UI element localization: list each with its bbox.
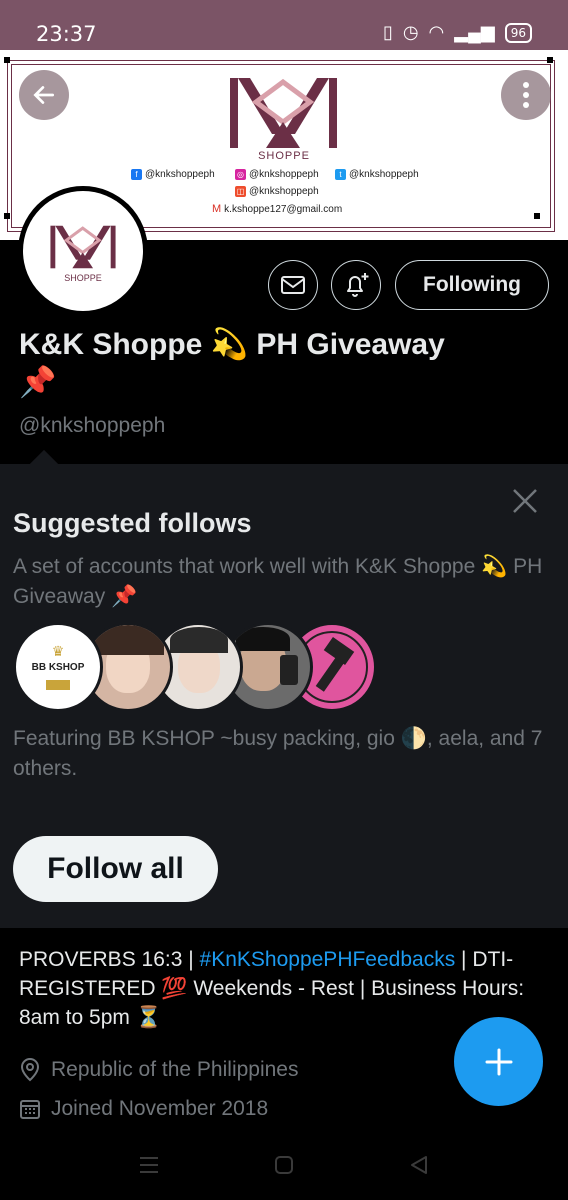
banner-facebook: f @knkshoppeph: [131, 169, 215, 180]
banner-shoppe-label: SHOPPE: [258, 150, 310, 162]
bell-plus-icon: [347, 273, 369, 297]
battery-icon: 96: [504, 22, 532, 43]
location-pin-icon: [20, 1058, 40, 1082]
suggested-title: Suggested follows: [13, 508, 252, 538]
status-time: 23:37: [36, 22, 97, 46]
vibrate-icon: ▯: [382, 22, 393, 42]
calendar-icon: [20, 1100, 40, 1119]
panel-caret: [29, 449, 59, 479]
status-icons: ▯ ◷ ◠ ▂▄▆ 96: [383, 22, 532, 43]
close-suggestions-button[interactable]: [508, 484, 542, 518]
crown-icon: ♛: [51, 643, 65, 659]
crop-handle: [4, 57, 10, 63]
compose-button[interactable]: [454, 1017, 543, 1106]
profile-joined: Joined November 2018: [19, 1097, 268, 1121]
following-button[interactable]: Following: [395, 260, 549, 310]
menu-icon: [140, 1157, 158, 1173]
suggested-description: A set of accounts that work well with K&…: [13, 555, 543, 608]
home-button[interactable]: [273, 1154, 295, 1181]
follow-all-button[interactable]: Follow all: [13, 836, 218, 902]
profile-name: K&K Shoppe 💫 PH Giveaway 📌: [19, 326, 539, 402]
avatar-logo: [50, 225, 116, 269]
avatar-bbkshop-bar: [46, 680, 70, 690]
back-button[interactable]: [19, 70, 69, 120]
avatar-bbkshop-label: BB KSHOP: [31, 662, 85, 673]
banner-twitter: t @knkshoppeph: [335, 169, 419, 180]
notifications-button[interactable]: [331, 260, 381, 310]
home-square-icon: [275, 1156, 293, 1174]
shop-icon: ◫: [235, 186, 246, 197]
mail-icon: [281, 276, 305, 294]
profile-name-line2: 📌: [19, 366, 57, 399]
avatar-bbkshop[interactable]: ♛ BB KSHOP: [13, 622, 103, 712]
system-nav-bar: [0, 1140, 568, 1200]
crop-handle: [534, 213, 540, 219]
suggested-avatars[interactable]: ♛ BB KSHOP: [13, 622, 377, 712]
wifi-icon: ◠: [428, 22, 445, 42]
instagram-icon: ◎: [235, 169, 246, 180]
banner-shop: ◫ @knkshoppeph: [235, 186, 319, 197]
crop-handle: [4, 213, 10, 219]
system-back-button[interactable]: [408, 1154, 430, 1181]
profile-avatar[interactable]: SHOPPE: [18, 186, 148, 316]
facebook-icon: f: [131, 169, 142, 180]
hashtag-link[interactable]: #KnKShoppePHFeedbacks: [200, 948, 456, 971]
plus-icon: [485, 1048, 512, 1075]
mail-brand-icon: M: [212, 203, 222, 215]
profile-handle: @knkshoppeph: [19, 414, 166, 437]
profile-bio: PROVERBS 16:3 | #KnKShoppePHFeedbacks | …: [19, 948, 525, 1029]
suggested-featuring: Featuring BB KSHOP ~busy packing, gio 🌓,…: [13, 727, 543, 780]
profile-name-line1: K&K Shoppe 💫 PH Giveaway: [19, 328, 445, 361]
more-options-button[interactable]: [501, 70, 551, 120]
close-icon: [513, 489, 537, 513]
triangle-back-icon: [411, 1156, 427, 1174]
more-vertical-icon: [523, 82, 529, 108]
arrow-left-icon: [33, 86, 55, 104]
signal-icon: ▂▄▆: [454, 22, 495, 42]
banner-email: M k.kshoppe127@gmail.com: [212, 203, 343, 215]
twitter-icon: t: [335, 169, 346, 180]
message-button[interactable]: [268, 260, 318, 310]
avatar-shoppe-label: SHOPPE: [64, 273, 102, 283]
banner-instagram: ◎ @knkshoppeph: [235, 169, 319, 180]
recents-button[interactable]: [138, 1154, 160, 1181]
profile-location: Republic of the Philippines: [19, 1058, 299, 1082]
crop-handle: [547, 57, 553, 63]
suggested-follows-panel: Suggested follows A set of accounts that…: [0, 449, 568, 928]
status-bar: 23:37 ▯ ◷ ◠ ▂▄▆ 96: [0, 0, 568, 50]
alarm-icon: ◷: [402, 22, 419, 42]
shop-logo: [230, 78, 337, 148]
